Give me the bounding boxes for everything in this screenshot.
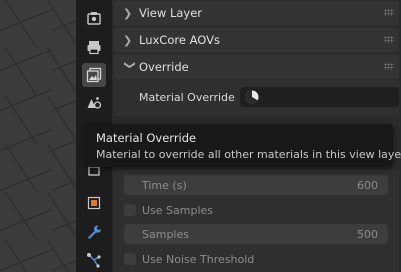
tooltip: Material Override Material to override a… — [86, 124, 401, 167]
output-icon — [87, 41, 101, 55]
halt-conditions-body: Time (s) 600 Use Samples Samples 500 Use… — [114, 170, 399, 272]
samples-value: 500 — [357, 228, 378, 241]
use-noise-threshold-checkbox: Use Noise Threshold — [124, 251, 254, 267]
use-samples-label: Use Samples — [142, 203, 214, 217]
3d-viewport[interactable] — [0, 0, 76, 272]
checkbox-box — [124, 204, 136, 216]
halt-time-field: Time (s) 600 — [124, 175, 388, 195]
samples-field: Samples 500 — [124, 224, 388, 244]
tab-modifiers[interactable] — [82, 220, 106, 244]
panel-header-override[interactable]: ❯ Override — [114, 55, 399, 79]
tooltip-description: Material to override all other materials… — [96, 148, 401, 161]
particles-icon — [87, 253, 101, 268]
material-sphere-icon — [245, 90, 259, 104]
material-override-field[interactable] — [240, 87, 399, 107]
tab-view-layer[interactable] — [82, 63, 106, 87]
tab-scene[interactable] — [82, 91, 106, 115]
panel-title-override: Override — [139, 60, 189, 74]
panel-title-view-layer: View Layer — [139, 6, 203, 20]
panel-header-luxcore-aovs[interactable]: ❯ LuxCore AOVs — [114, 28, 399, 52]
tab-output[interactable] — [82, 35, 106, 59]
panel-title-luxcore-aovs: LuxCore AOVs — [139, 33, 220, 47]
tooltip-title: Material Override — [96, 131, 197, 145]
use-samples-checkbox: Use Samples — [124, 202, 213, 218]
object-icon — [87, 196, 101, 210]
chevron-down-icon: ❯ — [123, 60, 137, 70]
chevron-right-icon: ❯ — [123, 6, 133, 20]
drag-handle-icon[interactable] — [384, 36, 394, 43]
modifier-wrench-icon — [88, 225, 102, 239]
drag-handle-icon[interactable] — [384, 63, 394, 70]
use-noise-threshold-label: Use Noise Threshold — [142, 252, 255, 266]
view-layer-icon — [86, 67, 102, 83]
chevron-right-icon: ❯ — [123, 33, 133, 47]
render-icon — [87, 12, 101, 25]
tab-render[interactable] — [82, 6, 106, 30]
drag-handle-icon[interactable] — [384, 9, 394, 16]
tab-particles[interactable] — [82, 248, 106, 272]
material-override-label: Material Override — [139, 91, 235, 104]
halt-time-value: 600 — [357, 179, 378, 192]
samples-label: Samples — [142, 228, 189, 241]
panel-header-view-layer[interactable]: ❯ View Layer — [114, 1, 399, 25]
scene-icon — [87, 97, 102, 109]
checkbox-box — [124, 253, 136, 265]
tab-object[interactable] — [82, 191, 106, 215]
override-panel-body: Material Override — [114, 80, 399, 116]
halt-time-label: Time (s) — [142, 179, 187, 192]
